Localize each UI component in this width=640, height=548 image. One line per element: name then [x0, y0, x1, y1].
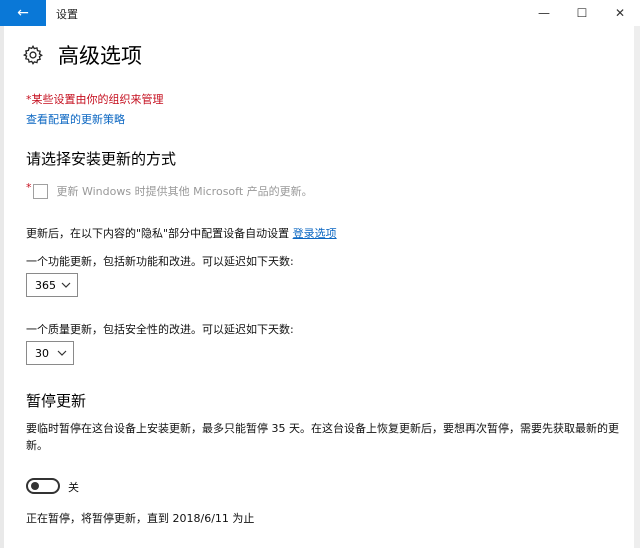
sign-in-options-link[interactable]: 登录选项 — [293, 227, 337, 240]
minimize-button[interactable]: — — [524, 0, 564, 26]
pause-section-title: 暂停更新 — [26, 392, 87, 410]
toggle-knob — [31, 482, 39, 490]
maximize-button[interactable]: ☐ — [562, 0, 602, 26]
window-edge-left — [0, 26, 4, 548]
privacy-text: 更新后，在以下内容的"隐私"部分中配置设备自动设置 — [26, 227, 293, 240]
minimize-icon: — — [538, 6, 550, 20]
gear-icon — [22, 45, 43, 65]
quality-defer-days-select[interactable]: 30 — [26, 341, 74, 365]
managed-by-org-note: *某些设置由你的组织来管理 — [26, 93, 164, 106]
back-button[interactable]: ← — [0, 0, 46, 26]
pause-updates-toggle[interactable] — [26, 478, 60, 494]
feature-update-text: 一个功能更新，包括新功能和改进。可以延迟如下天数: — [26, 255, 294, 268]
quality-defer-days-value: 30 — [35, 346, 49, 360]
quality-update-text: 一个质量更新，包括安全性的改进。可以延迟如下天数: — [26, 323, 294, 336]
pause-description: 要临时暂停在这台设备上安装更新，最多只能暂停 35 天。在这台设备上恢复更新后，… — [26, 422, 619, 452]
window-edge-right — [634, 26, 640, 548]
page-header: 高级选项 — [22, 40, 142, 70]
other-products-checkbox[interactable] — [32, 183, 48, 199]
other-products-checkbox-label: 更新 Windows 时提供其他 Microsoft 产品的更新。 — [56, 185, 313, 198]
window-title: 设置 — [56, 8, 78, 21]
other-products-option: * 更新 Windows 时提供其他 Microsoft 产品的更新。 — [26, 181, 313, 199]
feature-defer-days-select[interactable]: 365 — [26, 273, 78, 297]
required-mark: * — [26, 181, 32, 194]
chevron-down-icon — [61, 282, 71, 288]
title-bar: ← 设置 — ☐ ✕ — [0, 0, 640, 26]
pause-toggle-state: 关 — [68, 481, 79, 494]
feature-defer-days-value: 365 — [35, 278, 56, 292]
pause-status-text: 正在暂停，将暂停更新，直到 2018/6/11 为止 — [26, 512, 255, 525]
page-title: 高级选项 — [58, 44, 142, 68]
maximize-icon: ☐ — [576, 6, 588, 20]
back-arrow-icon: ← — [17, 5, 29, 21]
privacy-setting-text: 更新后，在以下内容的"隐私"部分中配置设备自动设置 登录选项 — [26, 225, 337, 241]
chevron-down-icon — [57, 350, 67, 356]
close-button[interactable]: ✕ — [600, 0, 640, 26]
install-section-title: 请选择安装更新的方式 — [26, 150, 177, 168]
close-icon: ✕ — [614, 6, 626, 20]
view-policies-link[interactable]: 查看配置的更新策略 — [26, 111, 125, 127]
